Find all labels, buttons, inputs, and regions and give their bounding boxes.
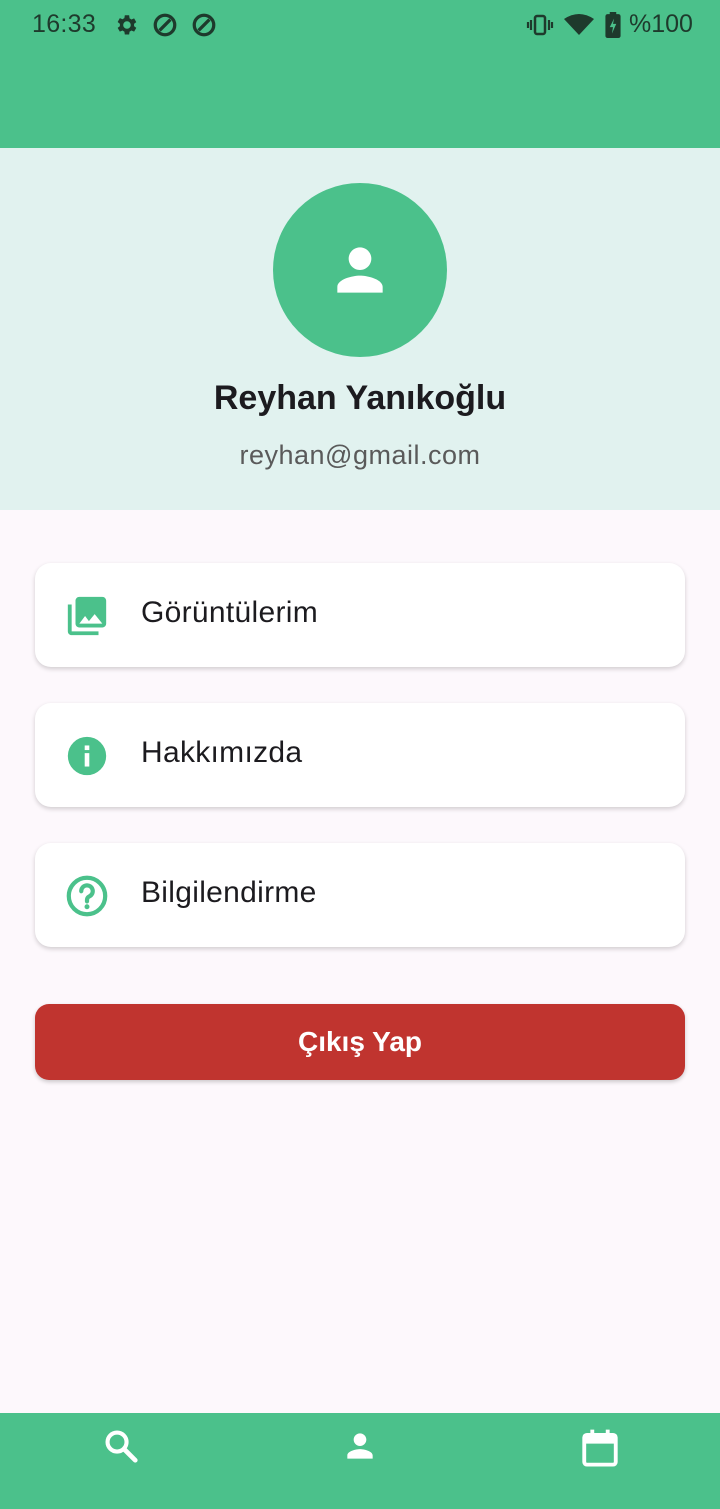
vpn-icon	[152, 12, 178, 43]
menu-item-gorunt[interactable]: Görüntülerim	[35, 563, 685, 667]
status-bar: 16:33 %100	[0, 0, 720, 52]
user-name: Reyhan Yanıkoğlu	[213, 379, 507, 417]
nav-item-calendar[interactable]	[480, 1413, 720, 1509]
calendar-icon	[582, 1429, 618, 1467]
avatar	[273, 183, 447, 357]
search-icon	[105, 1430, 138, 1463]
wifi-icon	[563, 12, 595, 43]
user-email: reyhan@gmail.com	[239, 440, 481, 470]
info-icon	[67, 736, 107, 776]
bottom-navigation	[0, 1413, 720, 1509]
nav-item-search[interactable]	[0, 1413, 240, 1509]
menu-item-about[interactable]: Hakkımızda	[35, 703, 685, 807]
vpn-icon	[191, 12, 217, 43]
person-icon	[337, 247, 383, 293]
photo-library-icon	[67, 596, 107, 636]
menu-item-label: Bilgilendirme	[141, 876, 317, 909]
person-icon	[347, 1433, 373, 1459]
logout-button[interactable]: Çıkış Yap	[35, 1004, 685, 1080]
menu-item-info[interactable]: Bilgilendirme	[35, 843, 685, 947]
settings-icon	[113, 12, 139, 43]
help-icon	[66, 875, 108, 917]
nav-item-profile[interactable]	[240, 1413, 480, 1509]
menu-item-label: Görüntülerim	[141, 596, 318, 629]
menu-item-label: Hakkımızda	[141, 736, 303, 769]
battery-charging-icon	[604, 12, 622, 43]
profile-header: Reyhan Yanıkoğlu reyhan@gmail.com	[0, 148, 720, 510]
battery-percentage: %100	[629, 10, 693, 38]
vibrate-icon	[526, 12, 554, 43]
status-time: 16:33	[32, 10, 97, 38]
